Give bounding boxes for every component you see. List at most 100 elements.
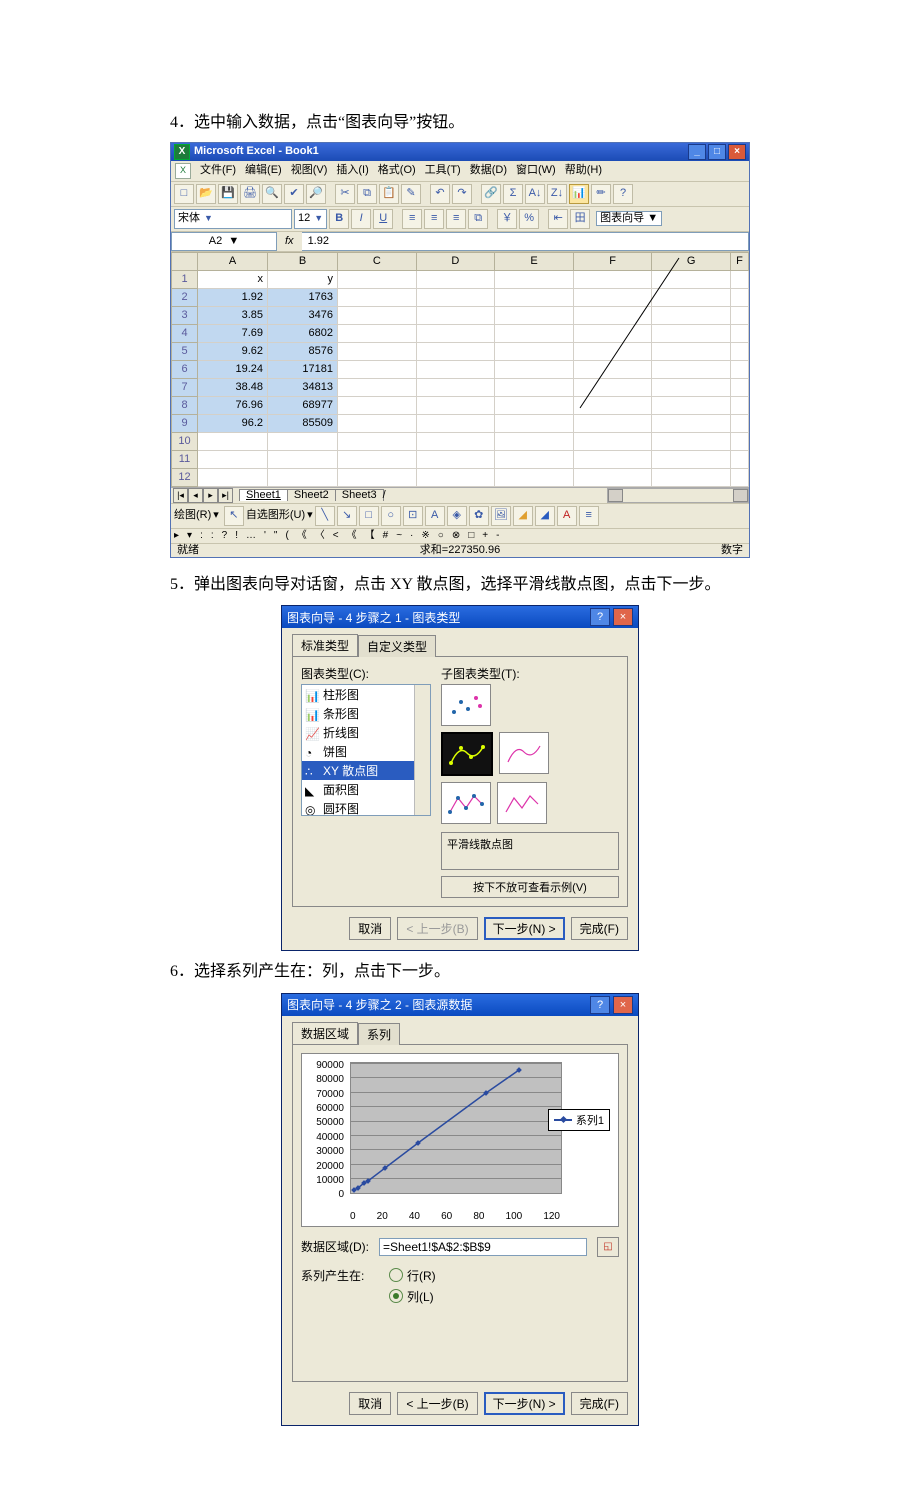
row-header[interactable]: 4 xyxy=(172,324,198,342)
col-header[interactable]: C xyxy=(338,252,417,270)
font-color-icon[interactable]: A xyxy=(557,506,577,526)
merge-icon[interactable]: ⧉ xyxy=(468,209,488,229)
wordart-icon[interactable]: A xyxy=(425,506,445,526)
select-all-cell[interactable] xyxy=(172,252,198,270)
row-header[interactable]: 5 xyxy=(172,342,198,360)
menu-tools[interactable]: 工具(T) xyxy=(422,164,464,177)
tab-custom[interactable]: 自定义类型 xyxy=(358,635,436,657)
col-header[interactable]: F xyxy=(731,252,749,270)
subtype-thumb[interactable] xyxy=(441,782,491,824)
autosum-icon[interactable]: Σ xyxy=(503,184,523,204)
worksheet[interactable]: A B C D E F G F 1 x y 21.921763 33.853 xyxy=(171,252,749,487)
cell[interactable]: 3.85 xyxy=(198,306,268,324)
next-button[interactable]: 下一步(N) > xyxy=(484,917,565,940)
row-header[interactable]: 9 xyxy=(172,414,198,432)
name-box[interactable]: A2 ▼ xyxy=(171,232,277,251)
tab-nav-next[interactable]: ▸ xyxy=(203,488,218,503)
finish-button[interactable]: 完成(F) xyxy=(571,1392,628,1415)
close-button[interactable]: × xyxy=(613,608,633,626)
open-icon[interactable]: 📂 xyxy=(196,184,216,204)
underline-icon[interactable]: U xyxy=(373,209,393,229)
col-header[interactable]: D xyxy=(416,252,495,270)
align-center-icon[interactable]: ≡ xyxy=(424,209,444,229)
subtype-thumb-selected[interactable] xyxy=(441,732,493,776)
redo-icon[interactable]: ↷ xyxy=(452,184,472,204)
cell[interactable]: 68977 xyxy=(268,396,338,414)
help-button[interactable]: ? xyxy=(590,608,610,626)
percent-icon[interactable]: % xyxy=(519,209,539,229)
cell[interactable]: 38.48 xyxy=(198,378,268,396)
col-header[interactable]: B xyxy=(268,252,338,270)
undo-icon[interactable]: ↶ xyxy=(430,184,450,204)
rect-icon[interactable]: □ xyxy=(359,506,379,526)
print-icon[interactable]: 🖨 xyxy=(240,184,260,204)
row-header[interactable]: 10 xyxy=(172,432,198,450)
preview-icon[interactable]: 🔍 xyxy=(262,184,282,204)
cancel-button[interactable]: 取消 xyxy=(349,1392,391,1415)
series-in-rows-radio[interactable]: 行(R) xyxy=(389,1267,436,1284)
formula-input[interactable]: 1.92 xyxy=(302,232,749,251)
save-icon[interactable]: 💾 xyxy=(218,184,238,204)
cell[interactable]: 9.62 xyxy=(198,342,268,360)
menu-edit[interactable]: 编辑(E) xyxy=(242,164,285,177)
cell[interactable]: 19.24 xyxy=(198,360,268,378)
row-header[interactable]: 1 xyxy=(172,270,198,288)
paste-icon[interactable]: 📋 xyxy=(379,184,399,204)
back-button[interactable]: < 上一步(B) xyxy=(397,1392,477,1415)
list-scrollbar[interactable] xyxy=(414,685,430,815)
cell[interactable]: 1.92 xyxy=(198,288,268,306)
fill-color-icon[interactable]: ◢ xyxy=(513,506,533,526)
drawing-icon[interactable]: ✏ xyxy=(591,184,611,204)
row-header[interactable]: 2 xyxy=(172,288,198,306)
sort-desc-icon[interactable]: Z↓ xyxy=(547,184,567,204)
menu-window[interactable]: 窗口(W) xyxy=(513,164,559,177)
line-icon[interactable]: ╲ xyxy=(315,506,335,526)
sheet-tab[interactable]: Sheet1 xyxy=(239,489,288,501)
menu-insert[interactable]: 插入(I) xyxy=(333,164,371,177)
col-header[interactable]: A xyxy=(198,252,268,270)
tab-standard[interactable]: 标准类型 xyxy=(292,634,358,656)
italic-icon[interactable]: I xyxy=(351,209,371,229)
diagram-icon[interactable]: ◈ xyxy=(447,506,467,526)
data-range-input[interactable] xyxy=(379,1238,587,1256)
subtype-thumb[interactable] xyxy=(499,732,549,774)
cell[interactable]: y xyxy=(268,270,338,288)
help-icon[interactable]: ? xyxy=(613,184,633,204)
cell[interactable]: 34813 xyxy=(268,378,338,396)
cell[interactable]: 85509 xyxy=(268,414,338,432)
new-icon[interactable]: □ xyxy=(174,184,194,204)
align-right-icon[interactable]: ≡ xyxy=(446,209,466,229)
menu-format[interactable]: 格式(O) xyxy=(375,164,419,177)
finish-button[interactable]: 完成(F) xyxy=(571,917,628,940)
row-header[interactable]: 7 xyxy=(172,378,198,396)
cell[interactable]: 17181 xyxy=(268,360,338,378)
font-size-dropdown[interactable]: 12▼ xyxy=(294,209,327,229)
subtype-thumb[interactable] xyxy=(497,782,547,824)
cancel-button[interactable]: 取消 xyxy=(349,917,391,940)
currency-icon[interactable]: ￥ xyxy=(497,209,517,229)
cell[interactable]: x xyxy=(198,270,268,288)
menu-file[interactable]: 文件(F) xyxy=(197,164,239,177)
row-header[interactable]: 3 xyxy=(172,306,198,324)
hyperlink-icon[interactable]: 🔗 xyxy=(481,184,501,204)
cut-icon[interactable]: ✂ xyxy=(335,184,355,204)
horizontal-scrollbar[interactable] xyxy=(607,488,749,503)
picture-icon[interactable]: 🖼 xyxy=(491,506,511,526)
next-button[interactable]: 下一步(N) > xyxy=(484,1392,565,1415)
textbox-icon[interactable]: ⊡ xyxy=(403,506,423,526)
sort-asc-icon[interactable]: A↓ xyxy=(525,184,545,204)
maximize-button[interactable]: □ xyxy=(708,144,726,160)
fx-label[interactable]: fx xyxy=(277,236,302,247)
borders-icon[interactable]: 田 xyxy=(570,209,590,229)
series-in-cols-radio[interactable]: 列(L) xyxy=(389,1288,436,1305)
cell[interactable]: 8576 xyxy=(268,342,338,360)
indent-icon[interactable]: ⇤ xyxy=(548,209,568,229)
minimize-button[interactable]: _ xyxy=(688,144,706,160)
subtype-thumb[interactable] xyxy=(441,684,491,726)
col-header[interactable]: F xyxy=(573,252,652,270)
sheet-tab[interactable]: Sheet3 xyxy=(335,489,384,501)
oval-icon[interactable]: ○ xyxy=(381,506,401,526)
tab-series[interactable]: 系列 xyxy=(358,1023,400,1045)
format-painter-icon[interactable]: ✎ xyxy=(401,184,421,204)
close-button[interactable]: × xyxy=(613,996,633,1014)
